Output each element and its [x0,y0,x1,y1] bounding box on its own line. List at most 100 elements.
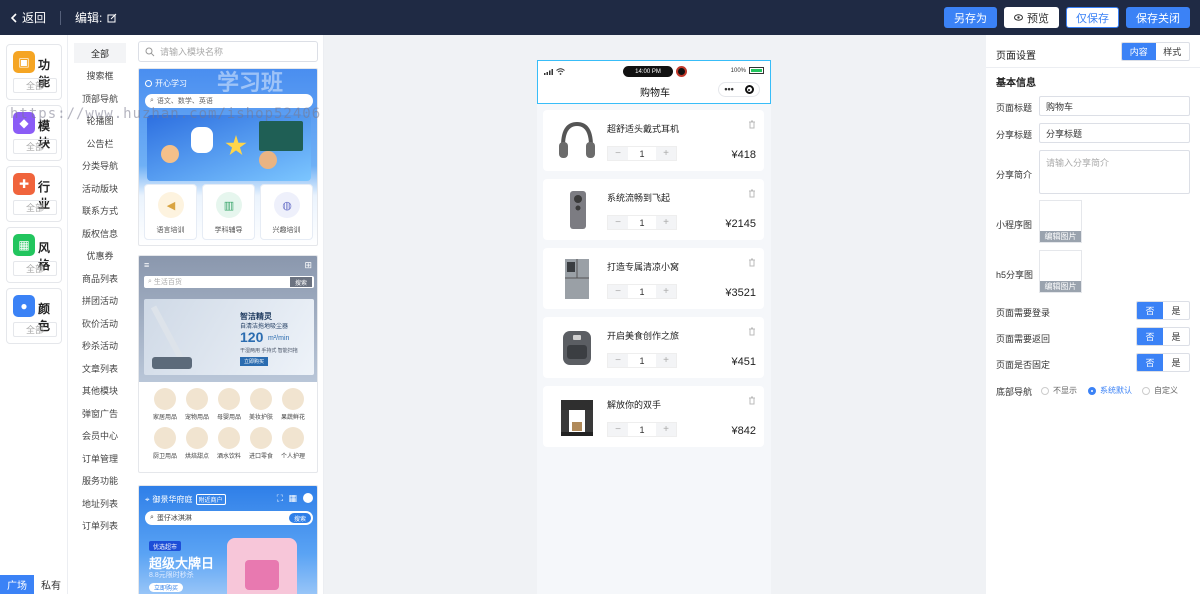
option-yes[interactable]: 是 [1163,302,1189,319]
category-item[interactable]: 厨卫用品 [149,427,181,460]
cart-item[interactable]: 超舒适头戴式耳机 −1 + ¥418 [543,110,764,171]
feature-tile[interactable]: ▥ 学科辅导 [202,184,255,240]
menu-icon[interactable]: ≡ [144,260,149,270]
submenu-item[interactable]: 拼团活动 [74,290,126,310]
nav-option-hide[interactable]: 不显示 [1041,385,1077,396]
plus-button[interactable]: + [656,285,676,298]
category-all-button[interactable]: 全部 [13,78,57,93]
plus-button[interactable]: + [656,216,676,229]
category-item[interactable]: 烘焙甜点 [181,427,213,460]
category-module[interactable]: ◆ 模块 全部 [6,105,62,161]
nav-option-default[interactable]: 系统默认 [1088,385,1132,396]
category-item[interactable]: 果蔬鲜花 [277,388,309,421]
category-industry[interactable]: ✚ 行业 全部 [6,166,62,222]
submenu-item[interactable]: 秒杀活动 [74,335,126,355]
minus-button[interactable]: − [608,216,628,229]
option-no[interactable]: 否 [1137,354,1163,371]
back-toggle[interactable]: 否 是 [1136,327,1190,346]
cart-item[interactable]: 开启美食创作之旅 −1 + ¥451 [543,317,764,378]
login-toggle[interactable]: 否 是 [1136,301,1190,320]
minus-button[interactable]: − [608,285,628,298]
option-yes[interactable]: 是 [1163,354,1189,371]
submenu-item[interactable]: 轮播图 [74,110,126,130]
template-card-education[interactable]: 开心学习 学习班 ⌕ 语文、数学、英语 ◀ 语言培训 ▥ 学科辅导 ◍ 兴趣培训 [138,68,318,246]
trash-icon[interactable] [748,189,756,198]
category-item[interactable]: 母婴用品 [213,388,245,421]
edit-icon[interactable] [107,13,117,23]
category-item[interactable]: 家居用品 [149,388,181,421]
category-function[interactable]: ▣ 功能 全部 [6,44,62,100]
submenu-item[interactable]: 服务功能 [74,470,126,490]
share-title-input[interactable]: 分享标题 [1039,123,1190,143]
tab-style[interactable]: 样式 [1156,43,1190,60]
save-as-button[interactable]: 另存为 [944,7,997,28]
submenu-item[interactable]: 全部 [74,43,126,63]
qrcode-icon[interactable]: ▦ [288,493,297,504]
submenu-item[interactable]: 优惠券 [74,245,126,265]
submenu-item[interactable]: 文章列表 [74,358,126,378]
category-item[interactable]: 宠物用品 [181,388,213,421]
edit-title[interactable]: 编辑: [75,9,117,26]
share-desc-textarea[interactable]: 请输入分享简介 [1039,150,1190,194]
trash-icon[interactable] [748,327,756,336]
template-card-home-goods[interactable]: ≡ ⊞ ⌕ 生活百货 搜索 智洁精灵 自清洁拖地吸尘器 120 m²/min 干… [138,255,318,473]
submenu-item[interactable]: 活动版块 [74,178,126,198]
cart-item[interactable]: 解放你的双手 −1 + ¥842 [543,386,764,447]
feature-tile[interactable]: ◀ 语言培训 [144,184,197,240]
mini-image-upload[interactable]: 编辑图片 [1039,200,1082,243]
submenu-item[interactable]: 地址列表 [74,493,126,513]
save-only-button[interactable]: 仅保存 [1066,7,1119,28]
module-search-input[interactable]: 请输入模块名称 [138,41,318,62]
template-card-supermarket[interactable]: ⌖ 御景华府庭 附近商户 ⛶ ▦ ⌕ 蛋仔冰淇淋 搜索 优选超市 超级大牌日 8.… [138,485,318,594]
grid-icon[interactable]: ⊞ [304,260,312,271]
submenu-item[interactable]: 其他模块 [74,380,126,400]
quantity-value[interactable]: 1 [628,147,656,160]
submenu-item[interactable]: 公告栏 [74,133,126,153]
nav-option-custom[interactable]: 自定义 [1142,385,1178,396]
quantity-value[interactable]: 1 [628,285,656,298]
h5-image-upload[interactable]: 编辑图片 [1039,250,1082,293]
submenu-item[interactable]: 商品列表 [74,268,126,288]
submenu-item[interactable]: 会员中心 [74,425,126,445]
tab-private[interactable]: 私有 [34,575,68,594]
option-no[interactable]: 否 [1137,328,1163,345]
minus-button[interactable]: − [608,423,628,436]
submenu-item[interactable]: 顶部导航 [74,88,126,108]
category-all-button[interactable]: 全部 [13,322,57,337]
submenu-item[interactable]: 弹窗广告 [74,403,126,423]
page-title-input[interactable]: 购物车 [1039,96,1190,116]
quantity-stepper[interactable]: −1 + [607,146,677,161]
submenu-item[interactable]: 订单管理 [74,448,126,468]
quantity-stepper[interactable]: −1 + [607,422,677,437]
edit-image-button[interactable]: 编辑图片 [1040,231,1081,242]
minus-button[interactable]: − [608,147,628,160]
category-all-button[interactable]: 全部 [13,200,57,215]
quantity-stepper[interactable]: −1 + [607,353,677,368]
category-item[interactable]: 酒水饮料 [213,427,245,460]
quantity-value[interactable]: 1 [628,354,656,367]
plus-button[interactable]: + [656,354,676,367]
quantity-value[interactable]: 1 [628,423,656,436]
category-item[interactable]: 进口零食 [245,427,277,460]
avatar[interactable] [303,493,313,503]
cart-item[interactable]: 打造专属清凉小窝 −1 + ¥3521 [543,248,764,309]
category-style[interactable]: ▦ 风格 全部 [6,227,62,283]
quantity-value[interactable]: 1 [628,216,656,229]
edit-image-button[interactable]: 编辑图片 [1040,281,1081,292]
submenu-item[interactable]: 联系方式 [74,200,126,220]
submenu-item[interactable]: 订单列表 [74,515,126,535]
option-no[interactable]: 否 [1137,302,1163,319]
category-color[interactable]: ● 颜色 全部 [6,288,62,344]
option-yes[interactable]: 是 [1163,328,1189,345]
quantity-stepper[interactable]: −1 + [607,284,677,299]
capsule-menu[interactable]: ••• [718,82,760,97]
tab-content[interactable]: 内容 [1122,43,1156,60]
category-item[interactable]: 美妆护肤 [245,388,277,421]
plus-button[interactable]: + [656,423,676,436]
preview-button[interactable]: 预览 [1004,7,1059,28]
target-icon[interactable] [744,85,754,94]
submenu-item[interactable]: 版权信息 [74,223,126,243]
minus-button[interactable]: − [608,354,628,367]
submenu-item[interactable]: 砍价活动 [74,313,126,333]
category-item[interactable]: 个人护理 [277,427,309,460]
